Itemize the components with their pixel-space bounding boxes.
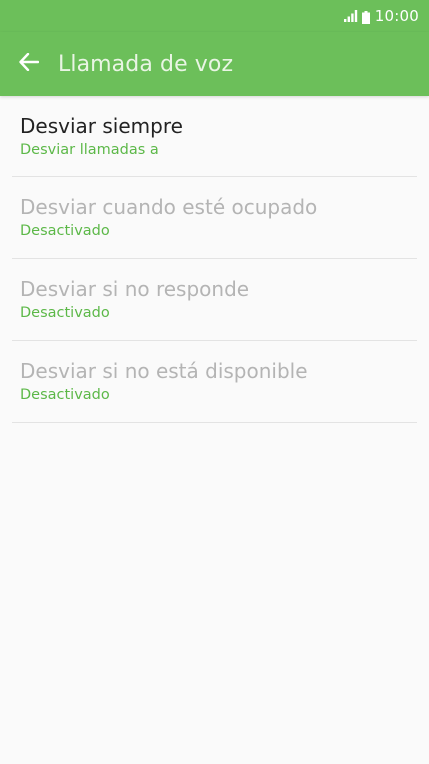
battery-icon bbox=[361, 10, 370, 24]
item-subtitle: Desactivado bbox=[20, 223, 110, 239]
item-title: Desviar siempre bbox=[20, 113, 183, 138]
list-item-desviar-no-responde[interactable]: Desviar si no responde Desactivado bbox=[12, 259, 417, 341]
list-item-desviar-ocupado[interactable]: Desviar cuando esté ocupado Desactivado bbox=[12, 177, 417, 259]
list-item-desviar-no-disponible[interactable]: Desviar si no está disponible Desactivad… bbox=[12, 341, 417, 423]
item-title: Desviar si no está disponible bbox=[20, 359, 308, 383]
item-title: Desviar si no responde bbox=[20, 277, 250, 301]
app-bar: Llamada de voz bbox=[0, 32, 429, 96]
forwarding-options-list: Desviar siempre Desviar llamadas a Desvi… bbox=[0, 96, 429, 423]
back-button[interactable] bbox=[18, 52, 40, 75]
page-title: Llamada de voz bbox=[58, 51, 234, 77]
item-subtitle: Desactivado bbox=[20, 305, 110, 321]
item-subtitle: Desviar llamadas a bbox=[20, 141, 159, 158]
status-time: 10:00 bbox=[374, 7, 419, 25]
item-title: Desviar cuando esté ocupado bbox=[20, 195, 318, 219]
list-item-desviar-siempre[interactable]: Desviar siempre Desviar llamadas a bbox=[12, 96, 417, 177]
status-bar: 10:00 bbox=[0, 0, 429, 32]
arrow-left-icon bbox=[19, 52, 40, 75]
signal-icon bbox=[343, 10, 358, 22]
item-subtitle: Desactivado bbox=[20, 387, 110, 403]
screen: 10:00 Llamada de voz Desviar siempre Des… bbox=[0, 0, 429, 764]
